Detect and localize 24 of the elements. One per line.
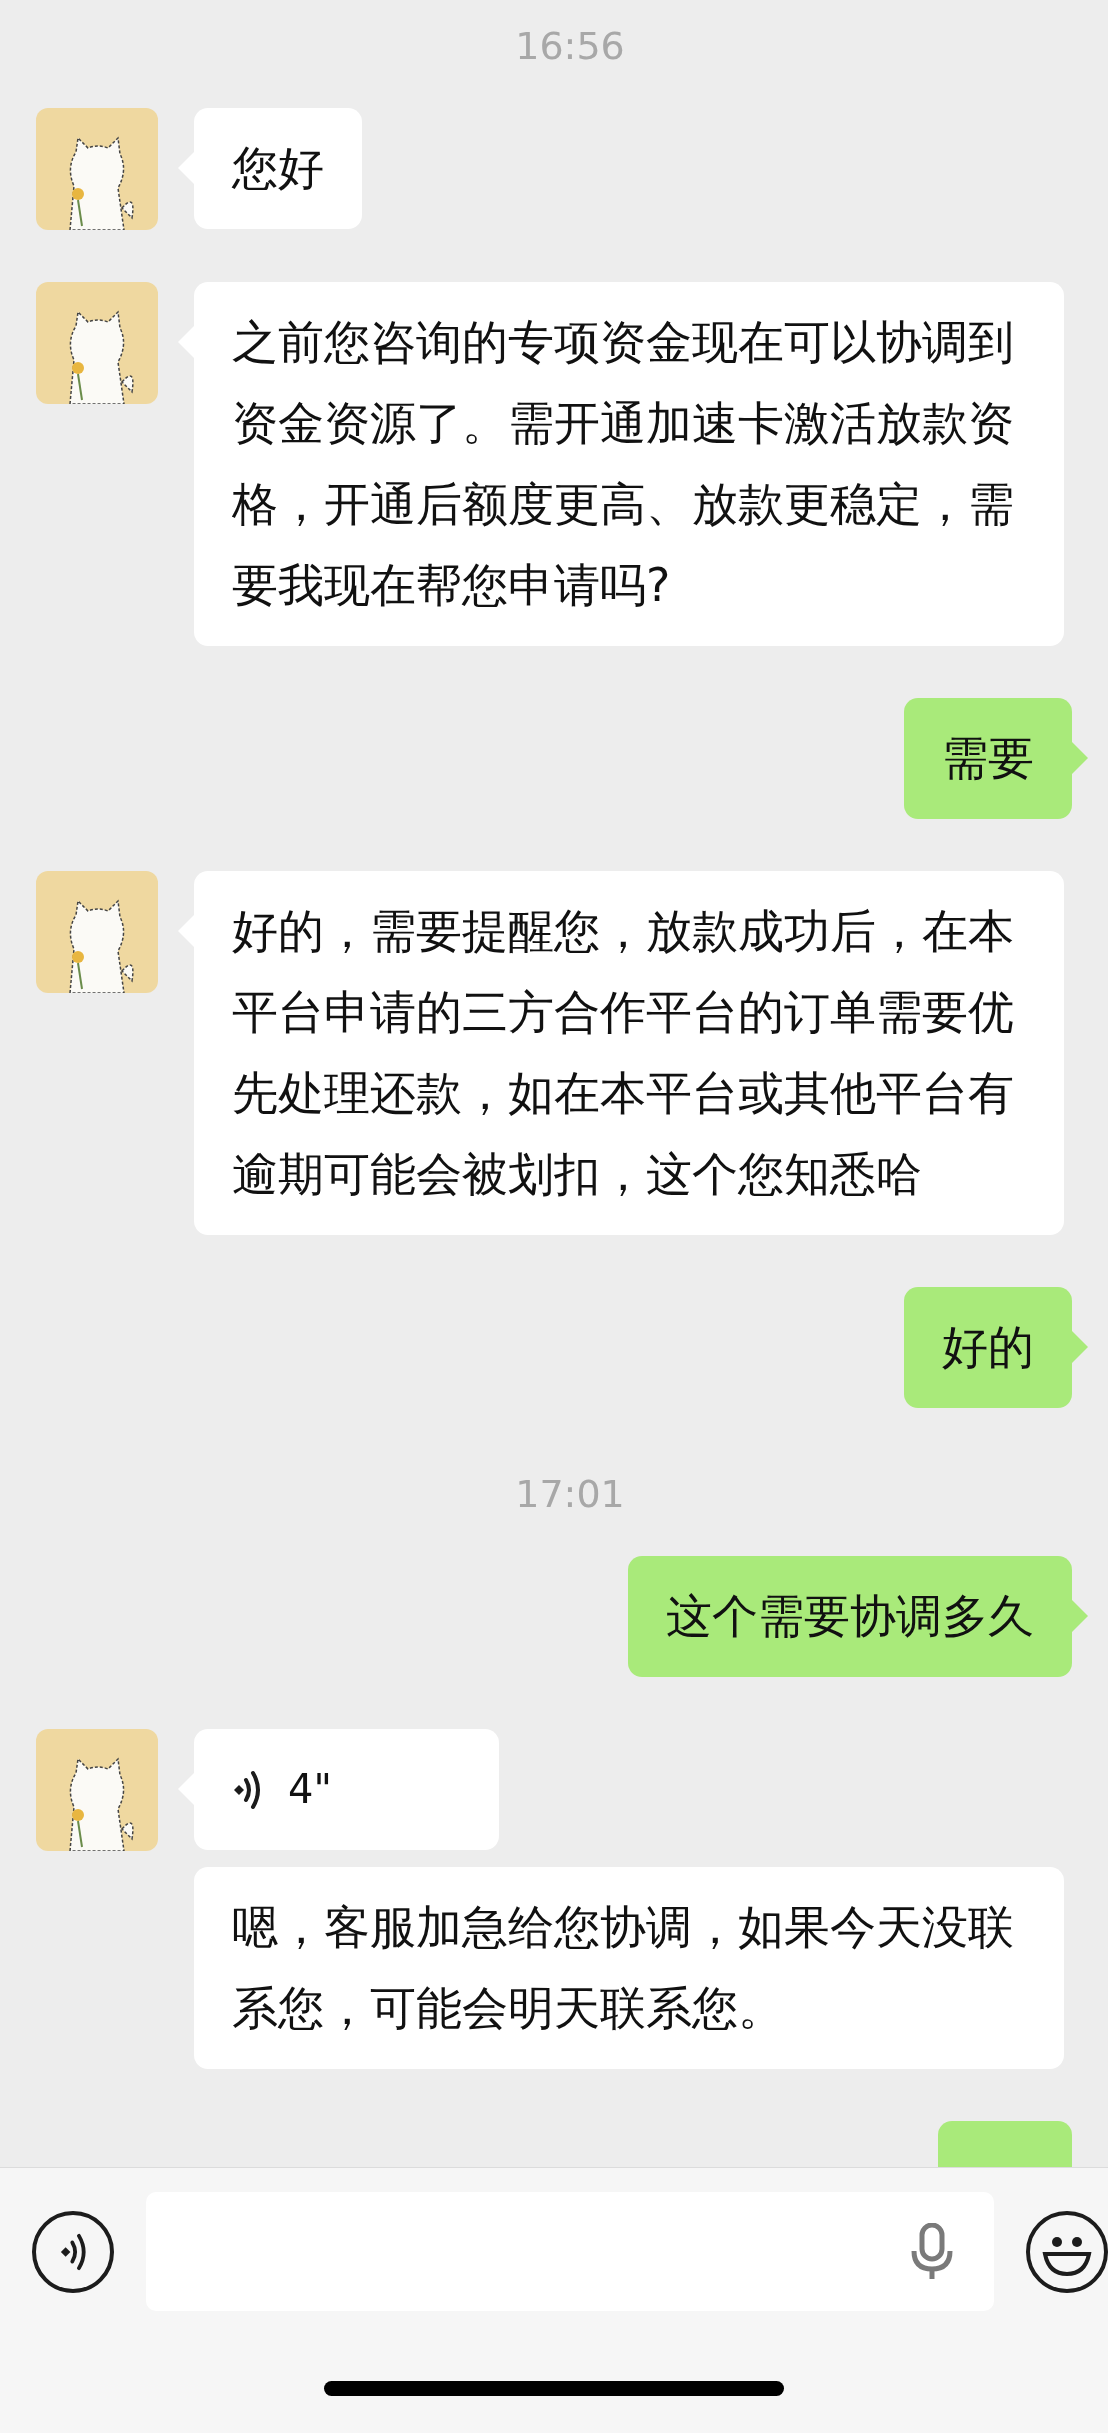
input-field[interactable] bbox=[146, 2192, 994, 2311]
message-bubble[interactable]: 嗯，客服加急给您协调，如果今天没联系您，可能会明天联系您。 bbox=[194, 1867, 1064, 2069]
emoji-button[interactable] bbox=[1026, 2210, 1108, 2293]
bubble-tail bbox=[1072, 742, 1088, 774]
bubble-tail bbox=[1072, 1600, 1088, 1632]
voice-wave-icon bbox=[232, 1769, 262, 1810]
voice-message[interactable]: 4" bbox=[194, 1729, 499, 1850]
message-bubble[interactable]: 您好 bbox=[194, 108, 362, 229]
voice-duration: 4" bbox=[288, 1765, 332, 1814]
avatar[interactable] bbox=[36, 282, 158, 404]
bubble-tail bbox=[1072, 1331, 1088, 1363]
avatar[interactable] bbox=[36, 108, 158, 230]
message-bubble[interactable]: 这个需要协调多久 bbox=[628, 1556, 1072, 1677]
message-bubble[interactable]: 之前您咨询的专项资金现在可以协调到资金资源了。需开通加速卡激活放款资格，开通后额度更高、放款更稳定，需要我现在帮您申请吗? bbox=[194, 282, 1064, 646]
message-bubble[interactable]: 需要 bbox=[904, 698, 1072, 819]
message-bubble[interactable]: 好的，需要提醒您，放款成功后，在本平台申请的三方合作平台的订单需要优先处理还款，如在本平台或其他平台有逾期可能会被划扣，这个您知悉哈 bbox=[194, 871, 1064, 1235]
voice-wave-icon bbox=[58, 2232, 88, 2271]
timestamp: 16:56 bbox=[514, 24, 625, 68]
message-bubble[interactable]: 好的 bbox=[904, 1287, 1072, 1408]
voice-input-button[interactable] bbox=[32, 2210, 114, 2293]
timestamp: 17:01 bbox=[514, 1472, 625, 1516]
avatar[interactable] bbox=[36, 871, 158, 993]
avatar[interactable] bbox=[36, 1729, 158, 1851]
microphone-icon[interactable] bbox=[910, 2222, 954, 2281]
